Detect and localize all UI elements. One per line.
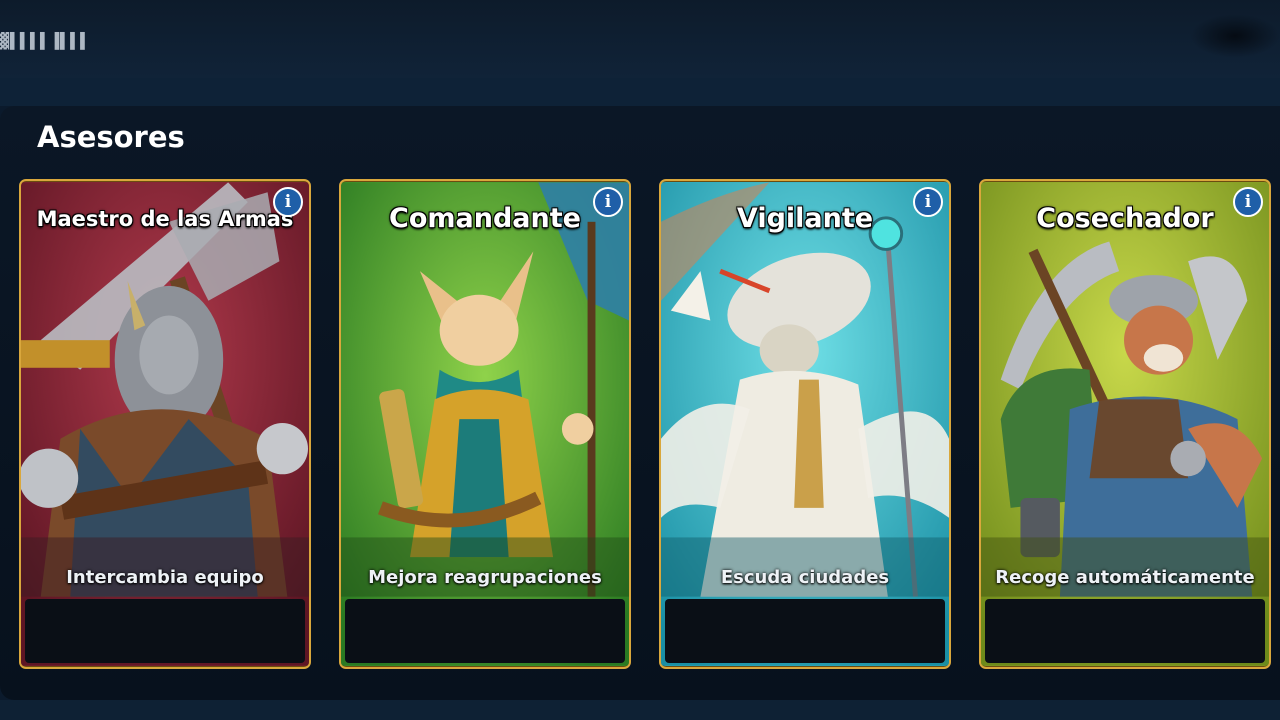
advisor-card-weapon-master[interactable]: Maestro de las Armas i Intercambia equip… [19, 179, 311, 669]
advisor-description: Recoge automáticamente [995, 567, 1255, 588]
sentinel-artwork [661, 182, 949, 666]
advisor-description: Intercambia equipo [66, 567, 264, 588]
card-footer [345, 599, 625, 663]
weapon-master-artwork [21, 182, 309, 666]
card-footer [985, 599, 1265, 663]
advisor-name: Maestro de las Armas [36, 207, 294, 231]
card-footer [665, 599, 945, 663]
advisor-name: Vigilante [736, 203, 874, 234]
info-icon[interactable]: i [1233, 187, 1263, 217]
header-strip [0, 78, 1280, 106]
info-icon[interactable]: i [913, 187, 943, 217]
section-title: Asesores [37, 120, 185, 154]
harvester-artwork [981, 182, 1269, 666]
advisor-card-commander[interactable]: Comandante i Mejora reagrupaciones [339, 179, 631, 669]
advisor-name: Comandante [389, 203, 581, 234]
commander-artwork [341, 182, 629, 666]
advisor-card-sentinel[interactable]: Vigilante i Escuda ciudades [659, 179, 951, 669]
info-icon[interactable]: i [593, 187, 623, 217]
advisor-card-harvester[interactable]: Cosechador i Recoge automáticamente [979, 179, 1271, 669]
advisor-description: Mejora reagrupaciones [368, 567, 602, 588]
status-text: ▓▌▌▌▌▐▌▌▌ [0, 32, 91, 50]
top-bar-shadow [1190, 14, 1280, 58]
footer-strip [0, 700, 1280, 720]
card-footer [25, 599, 305, 663]
advisor-name: Cosechador [1036, 203, 1214, 234]
advisor-description: Escuda ciudades [720, 567, 890, 588]
info-icon[interactable]: i [273, 187, 303, 217]
top-bar: ▓▌▌▌▌▐▌▌▌ [0, 0, 1280, 78]
